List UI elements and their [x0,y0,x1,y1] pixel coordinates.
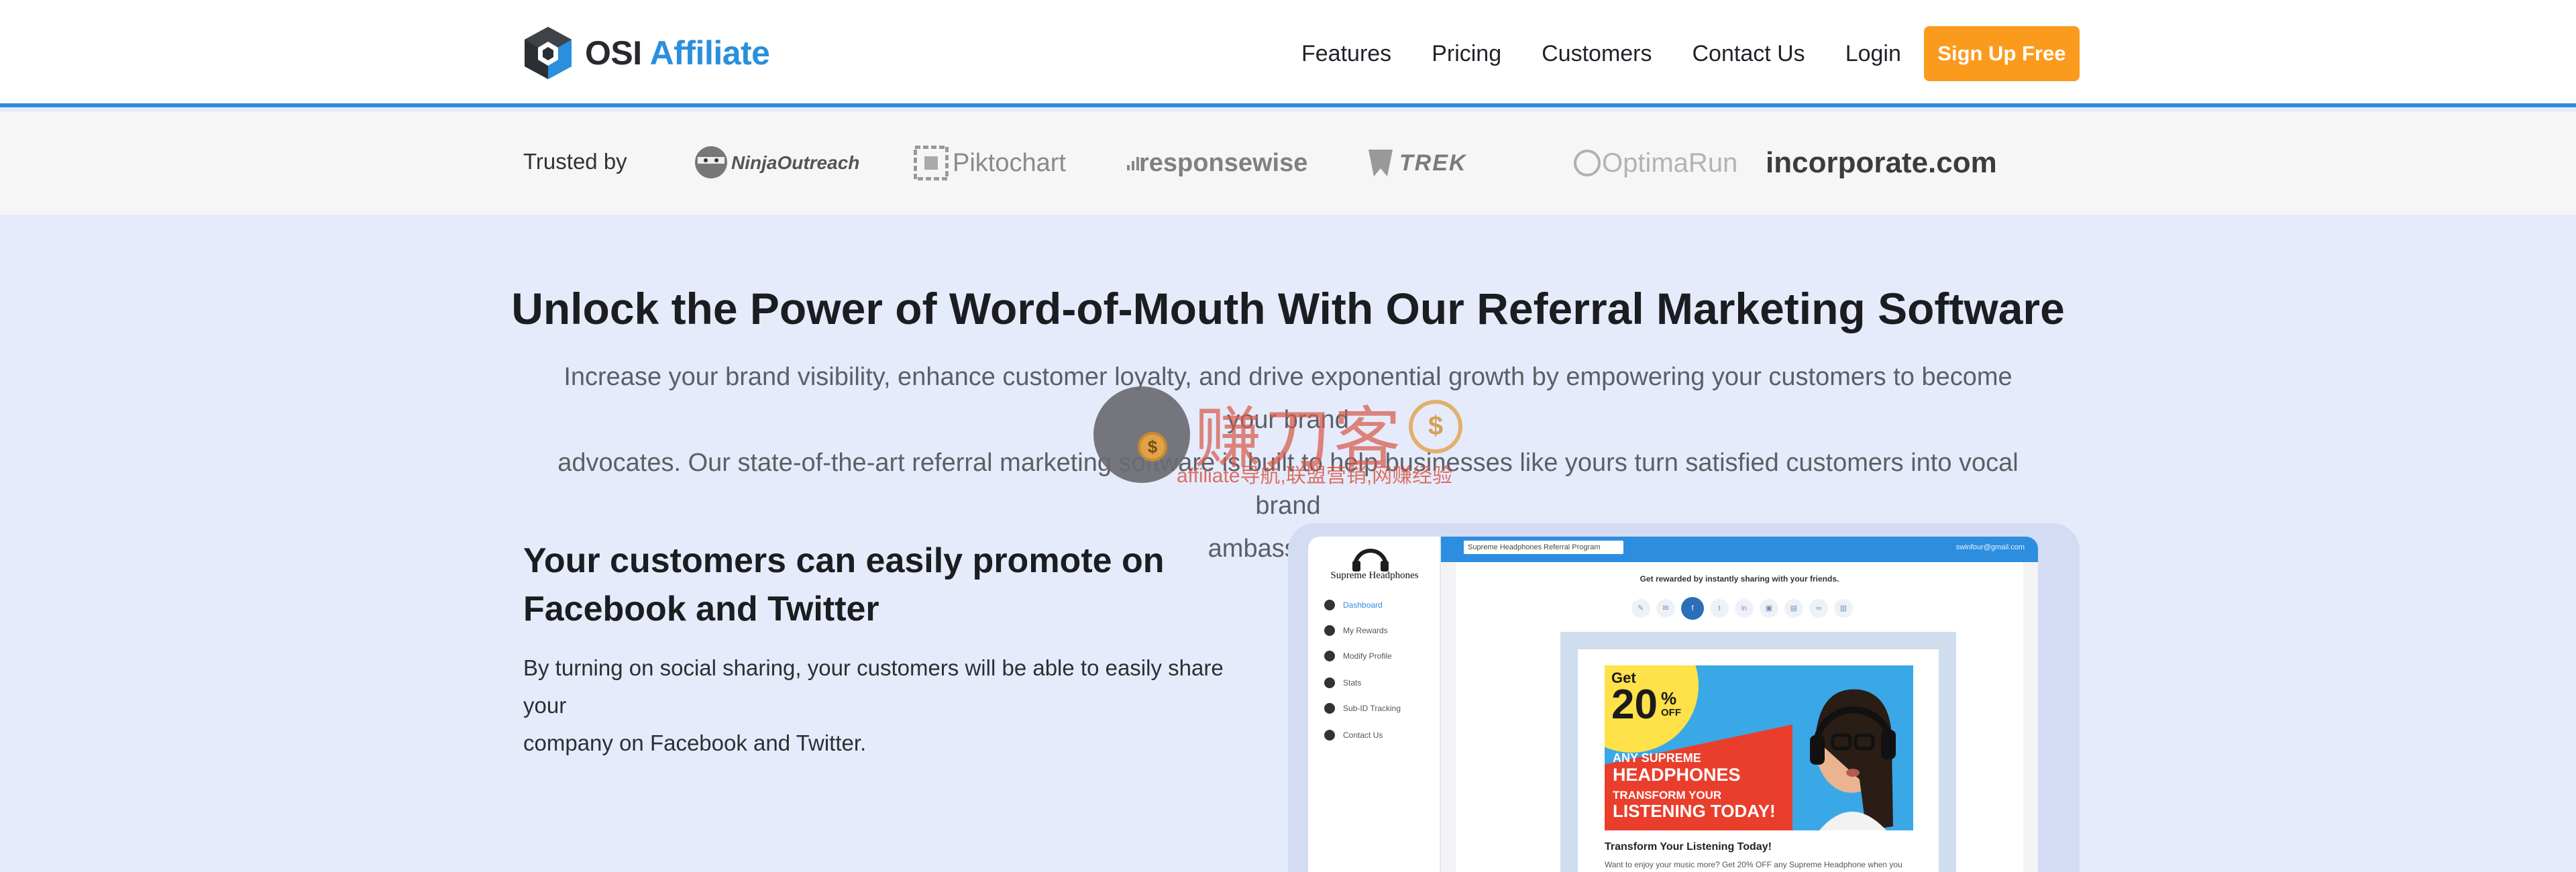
ad-line: TRANSFORM YOUR [1613,789,1722,802]
ad-preview-frame: Get 20 % OFF ANY SUPREME HEADPHONES TRAN… [1560,632,1956,872]
brand-optimarun-logo: OptimaRun [1572,138,1737,188]
share-icon-row: ✎ ✉ f t in ▣ ▤ ∞ ▥ [1631,597,1859,620]
osi-affiliate-logo[interactable]: OSI Affiliate [523,25,770,80]
watermark-subtitle: affiliate导航,联盟营销,网赚经验 [1177,465,1453,487]
trek-shield-icon [1368,150,1393,176]
ad-off-text: OFF [1661,707,1681,718]
ad-percent-sign: % [1661,688,1677,708]
ninja-icon [695,146,727,178]
share-url-icon[interactable]: ∞ [1809,599,1828,618]
optimarun-ring-icon [1574,150,1601,176]
share-email-icon[interactable]: ✉ [1656,599,1675,618]
ad-preview: Get 20 % OFF ANY SUPREME HEADPHONES TRAN… [1578,649,1939,872]
brand-piktochart-logo: Piktochart [914,138,1066,188]
share-file-icon[interactable]: ▥ [1834,599,1853,618]
logo-name-primary: OSI [585,34,642,72]
mock-user-email[interactable]: swinfour@gmail.com [1956,543,2025,551]
brand-ninjaoutreach-logo: NinjaOutreach [691,138,859,188]
watermark-coin-icon: $ [1409,400,1462,453]
feature-title-line: Facebook and Twitter [523,590,879,629]
ad-line: LISTENING TODAY! [1613,801,1776,821]
nav-features-link[interactable]: Features [1301,41,1391,67]
mock-brand-name: Supreme Headphones [1330,570,1419,581]
share-twitter-icon[interactable]: t [1710,599,1729,618]
site-header: OSI Affiliate Features Pricing Customers … [0,0,2576,107]
mock-main: Get rewarded by instantly sharing with y… [1441,562,2038,872]
trusted-by-band: Trusted by NinjaOutreach Piktochart resp… [0,111,2576,215]
feature-title: Your customers can easily promote on Fac… [523,537,1194,633]
bars-icon [1127,157,1139,170]
mock-sidebar-rewards[interactable]: My Rewards [1324,625,1388,636]
share-caption: Get rewarded by instantly sharing with y… [1640,574,1839,584]
mock-share-panel: Get rewarded by instantly sharing with y… [1456,562,2023,872]
watermark-badge-icon [1093,386,1190,483]
tracking-icon [1324,703,1335,714]
feature-description-line: company on Facebook and Twitter. [523,730,867,755]
ad-text: Want to enjoy your music more? Get 20% O… [1605,860,1902,869]
logo-name-secondary: Affiliate [649,34,770,72]
app-screenshot: Supreme Headphones Dashboard My Rewards … [1308,537,2038,872]
mock-sidebar-dashboard[interactable]: Dashboard [1324,600,1383,610]
watermark-coin-icon: $ [1138,432,1167,461]
feature-description-line: By turning on social sharing, your custo… [523,655,1224,718]
ad-line: HEADPHONES [1613,765,1741,785]
rewards-icon [1324,625,1335,636]
profile-icon [1324,651,1335,661]
share-link-icon[interactable]: ✎ [1631,599,1650,618]
mock-sidebar-profile[interactable]: Modify Profile [1324,651,1392,661]
logo-wordmark: OSI Affiliate [585,34,770,72]
brand-incorporate-logo: incorporate.com [1766,146,1997,179]
trusted-by-label: Trusted by [523,149,627,174]
headphones-logo-icon [1352,549,1389,571]
share-image-icon[interactable]: ▣ [1760,599,1778,618]
ad-title: Transform Your Listening Today! [1605,841,1772,853]
piktochart-grid-icon [914,146,949,180]
dashboard-icon [1324,600,1335,610]
watermark-overlay: $ 赚刀客 $ affiliate导航,联盟营销,网赚经验 [1093,384,1483,491]
nav-customers-link[interactable]: Customers [1542,41,1652,67]
mock-sidebar-contact[interactable]: Contact Us [1324,730,1383,741]
mock-sidebar-subid[interactable]: Sub-ID Tracking [1324,703,1401,714]
brand-responsewise-logo: responsewise [1127,138,1307,188]
nav-contact-link[interactable]: Contact Us [1693,41,1805,67]
mock-topbar: Supreme Headphones Referral Program swin… [1441,537,2038,562]
woman-with-headphones-image [1810,689,1896,830]
signup-button[interactable]: Sign Up Free [1923,26,2080,81]
stats-icon [1324,677,1335,688]
feature-description: By turning on social sharing, your custo… [523,649,1261,762]
contact-icon [1324,730,1335,741]
program-select[interactable]: Supreme Headphones Referral Program [1464,541,1623,554]
ad-percent: 20 [1611,682,1658,728]
mock-sidebar: Supreme Headphones Dashboard My Rewards … [1308,537,1441,872]
main-nav: Features Pricing Customers Contact Us Lo… [1301,26,2080,81]
hero-title: Unlock the Power of Word-of-Mouth With O… [511,284,2065,333]
nav-login-link[interactable]: Login [1845,41,1901,67]
mock-sidebar-stats[interactable]: Stats [1324,677,1361,688]
hexagon-logo-icon [525,27,572,79]
nav-pricing-link[interactable]: Pricing [1432,41,1501,67]
ad-line: ANY SUPREME [1613,751,1701,765]
ad-banner-image[interactable]: Get 20 % OFF ANY SUPREME HEADPHONES TRAN… [1605,665,1913,830]
brand-trek-logo: TREK [1367,138,1467,188]
feature-title-line: Your customers can easily promote on [523,541,1165,580]
share-doc-icon[interactable]: ▤ [1784,599,1803,618]
share-facebook-icon[interactable]: f [1681,597,1704,620]
share-linkedin-icon[interactable]: in [1735,599,1754,618]
